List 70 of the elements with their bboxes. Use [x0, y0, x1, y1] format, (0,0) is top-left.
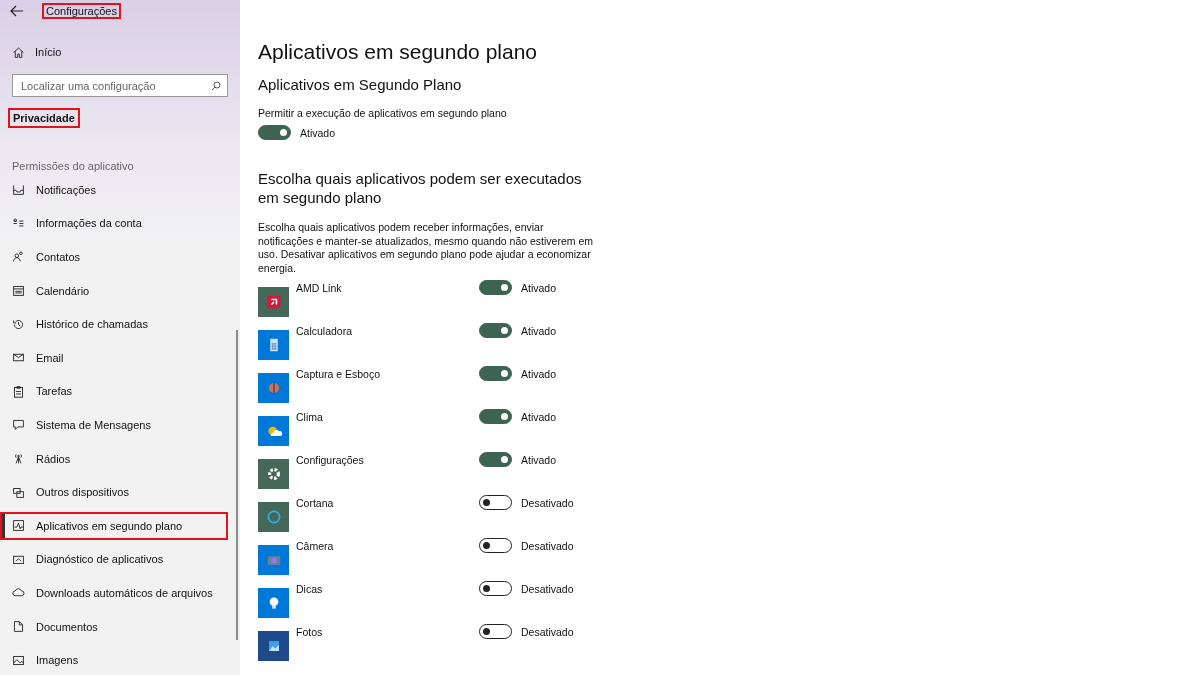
sidebar-item[interactable]: Calendário [0, 273, 240, 308]
tray-icon [12, 183, 25, 197]
sidebar-item[interactable]: Documentos [0, 609, 240, 644]
app-name: Cortana [296, 496, 335, 511]
section-title: Aplicativos em Segundo Plano [258, 76, 463, 93]
app-name: Câmera [296, 539, 335, 554]
toggle-switch[interactable] [479, 280, 512, 295]
toggle-switch[interactable] [479, 495, 512, 510]
toggle-state-text: Desativado [521, 539, 574, 552]
history-icon [12, 317, 25, 331]
toggle-state-text: Ativado [521, 453, 557, 466]
description-text: Escolha quais aplicativos podem receber informações, enviar notificações e manter-se atualizados, mesmo quando não estiverem em uso. Desativar aplicativos em segundo plano pode ajudar a economizar energia. [258, 221, 593, 275]
window-title: Configurações [44, 5, 119, 17]
section-heading: Permissões do aplicativo [12, 159, 135, 173]
toggle-state-text: Ativado [521, 281, 557, 294]
toggle-switch[interactable] [479, 538, 512, 553]
sidebar-item[interactable]: Rádios [0, 441, 240, 476]
toggle-state-text: Ativado [521, 410, 557, 423]
sidebar-item[interactable]: Aplicativos em segundo plano [2, 513, 226, 538]
app-name: AMD Link [296, 281, 343, 296]
sidebar-item[interactable]: Informações da conta [0, 206, 240, 241]
sidebar-item[interactable]: Downloads automáticos de arquivos [0, 576, 240, 610]
devices-icon [12, 485, 25, 499]
search-field[interactable]: Localizar uma configuração [12, 74, 228, 97]
app-name: Dicas [296, 582, 324, 597]
chat-icon [12, 418, 25, 432]
sidebar-item[interactable]: Histórico de chamadas [0, 307, 240, 341]
activity-icon [12, 519, 25, 533]
toggle-state-text: Desativado [521, 496, 574, 509]
document-icon [12, 620, 25, 633]
sidebar-item[interactable]: Tarefas [0, 374, 240, 409]
toggle-switch[interactable] [479, 323, 512, 338]
sidebar-item[interactable]: Diagnóstico de aplicativos [0, 542, 240, 577]
app-name: Calculadora [296, 324, 354, 339]
clipboard-icon [12, 384, 25, 398]
calendar-icon [12, 284, 25, 298]
app-name: Clima [296, 410, 324, 425]
image-icon [12, 653, 25, 667]
antenna-icon [12, 452, 25, 466]
sidebar-item[interactable]: Notificações [0, 173, 240, 207]
sidebar-item[interactable]: Sistema de Mensagens [0, 408, 240, 442]
contacts-icon [12, 250, 25, 264]
back-arrow-icon[interactable] [10, 5, 24, 17]
page-title: Aplicativos em segundo plano [258, 40, 538, 64]
toggle-state-text: Desativado [521, 582, 574, 595]
category-heading: Privacidade [10, 110, 78, 126]
account-list-icon [12, 216, 25, 230]
section-title: Escolha quais aplicativos podem ser executados em segundo plano [258, 169, 583, 207]
sidebar-item[interactable]: Contatos [0, 240, 240, 274]
toggle-state-text: Ativado [521, 324, 557, 337]
toggle-switch[interactable] [258, 125, 291, 140]
toggle-switch[interactable] [479, 581, 512, 596]
sidebar-item[interactable]: Imagens [0, 643, 240, 675]
setting-label: Permitir a execução de aplicativos em segundo plano [258, 107, 508, 119]
home-icon [12, 45, 25, 59]
toggle-state-text: Ativado [300, 126, 336, 139]
scrollbar[interactable] [236, 330, 238, 640]
app-name: Fotos [296, 625, 324, 640]
toggle-switch[interactable] [479, 452, 512, 467]
toggle-state-text: Desativado [521, 625, 574, 638]
toggle-switch[interactable] [479, 366, 512, 381]
home-link[interactable]: Início [12, 41, 62, 63]
sidebar-item[interactable]: Email [0, 340, 240, 375]
sidebar-item[interactable]: Outros dispositivos [0, 475, 240, 509]
toggle-state-text: Ativado [521, 367, 557, 380]
search-icon [211, 81, 221, 91]
toggle-switch[interactable] [479, 624, 512, 639]
app-name: Captura e Esboço [296, 367, 382, 382]
toggle-switch[interactable] [479, 409, 512, 424]
app-name: Configurações [296, 453, 365, 468]
